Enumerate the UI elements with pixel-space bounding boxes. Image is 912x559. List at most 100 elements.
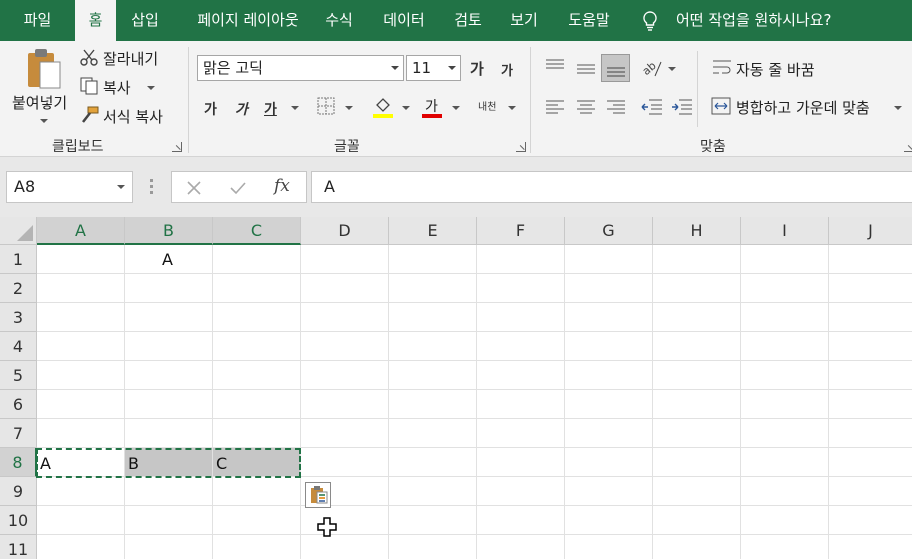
tab-insert[interactable]: 삽입 bbox=[120, 0, 170, 41]
lightbulb-icon bbox=[643, 11, 657, 31]
name-box[interactable]: A8 bbox=[6, 171, 133, 203]
clipboard-launcher-icon[interactable] bbox=[172, 142, 182, 152]
align-center-icon[interactable] bbox=[576, 100, 596, 114]
paste-options-button[interactable] bbox=[305, 482, 331, 508]
align-bottom-icon bbox=[607, 67, 625, 77]
borders-dropdown-icon[interactable] bbox=[345, 106, 353, 110]
phonetic-guide-button[interactable]: 내천 bbox=[478, 98, 496, 113]
wrap-text-icon bbox=[713, 60, 731, 74]
borders-icon[interactable] bbox=[317, 97, 335, 115]
font-group-label: 글꼴 bbox=[334, 139, 360, 155]
row-header-10[interactable]: 10 bbox=[0, 506, 37, 535]
worksheet-grid[interactable]: A B C D E F G H I J 1 2 3 4 5 6 7 8 9 10… bbox=[0, 217, 912, 559]
phonetic-dropdown-icon[interactable] bbox=[508, 106, 516, 110]
column-header-c[interactable]: C bbox=[213, 217, 301, 245]
copy-button[interactable]: 복사 bbox=[103, 77, 131, 98]
excel-window: 파일 홈 삽입 페이지 레이아웃 수식 데이터 검토 보기 도움말 어떤 작업을… bbox=[0, 0, 912, 559]
underline-dropdown-icon[interactable] bbox=[291, 106, 299, 110]
scissors-icon bbox=[80, 49, 98, 66]
underline-button[interactable]: 가 bbox=[264, 99, 277, 119]
ribbon-home: 붙여넣기 잘라내기 복사 서식 복사 클립보드 맑은 고딕 11 가 가 가 가… bbox=[0, 41, 912, 157]
copy-dropdown-icon[interactable] bbox=[147, 86, 155, 90]
orientation-icon[interactable]: ab bbox=[641, 58, 663, 78]
font-name-select[interactable]: 맑은 고딕 bbox=[197, 55, 404, 81]
row-header-5[interactable]: 5 bbox=[0, 361, 37, 390]
column-header-e[interactable]: E bbox=[389, 217, 477, 245]
align-left-icon[interactable] bbox=[545, 100, 565, 114]
column-header-j[interactable]: J bbox=[829, 217, 912, 245]
row-header-6[interactable]: 6 bbox=[0, 390, 37, 419]
column-header-g[interactable]: G bbox=[565, 217, 653, 245]
cell-cursor-icon bbox=[317, 517, 337, 537]
enter-icon[interactable] bbox=[229, 180, 247, 196]
cut-button[interactable]: 잘라내기 bbox=[103, 48, 158, 69]
fill-color-icon[interactable] bbox=[372, 96, 394, 118]
row-header-11[interactable]: 11 bbox=[0, 535, 37, 559]
cancel-icon[interactable] bbox=[186, 180, 202, 196]
grip-icon[interactable] bbox=[150, 179, 153, 195]
orientation-dropdown-icon[interactable] bbox=[668, 67, 676, 71]
clipboard-group-label: 클립보드 bbox=[52, 139, 104, 155]
align-bottom-button[interactable] bbox=[601, 54, 630, 82]
align-middle-icon[interactable] bbox=[576, 63, 596, 77]
font-launcher-icon[interactable] bbox=[516, 142, 526, 152]
row-header-7[interactable]: 7 bbox=[0, 419, 37, 448]
tab-data[interactable]: 데이터 bbox=[372, 0, 436, 41]
gridline bbox=[37, 302, 912, 303]
font-color-dropdown-icon[interactable] bbox=[452, 106, 460, 110]
column-header-i[interactable]: I bbox=[741, 217, 829, 245]
column-header-d[interactable]: D bbox=[301, 217, 389, 245]
decrease-indent-icon[interactable] bbox=[641, 98, 663, 116]
ribbon-divider bbox=[530, 47, 531, 153]
font-color-button[interactable]: 가 bbox=[425, 96, 438, 116]
merge-center-icon bbox=[711, 97, 731, 115]
tab-formulas[interactable]: 수식 bbox=[316, 0, 362, 41]
row-header-2[interactable]: 2 bbox=[0, 274, 37, 303]
gridline bbox=[212, 245, 213, 559]
formula-input[interactable]: A bbox=[311, 171, 912, 203]
tab-review[interactable]: 검토 bbox=[444, 0, 492, 41]
cell-b1[interactable]: A bbox=[162, 250, 173, 269]
fill-color-dropdown-icon[interactable] bbox=[402, 106, 410, 110]
decrease-font-size-button[interactable]: 가 bbox=[501, 60, 513, 79]
tab-view[interactable]: 보기 bbox=[500, 0, 548, 41]
gridline bbox=[37, 418, 912, 419]
gridline bbox=[388, 245, 389, 559]
column-header-a[interactable]: A bbox=[37, 217, 125, 245]
gridline bbox=[37, 534, 912, 535]
gridline bbox=[476, 245, 477, 559]
font-name-value: 맑은 고딕 bbox=[203, 59, 263, 77]
alignment-launcher-icon[interactable] bbox=[904, 142, 912, 152]
increase-indent-icon[interactable] bbox=[671, 98, 693, 116]
font-size-select[interactable]: 11 bbox=[406, 55, 461, 81]
merge-center-button[interactable]: 병합하고 가운데 맞춤 bbox=[736, 97, 870, 118]
wrap-text-button[interactable]: 자동 줄 바꿈 bbox=[736, 59, 815, 80]
row-header-3[interactable]: 3 bbox=[0, 303, 37, 332]
alignment-group-label: 맞춤 bbox=[700, 139, 726, 155]
row-header-8[interactable]: 8 bbox=[0, 448, 37, 477]
format-painter-button[interactable]: 서식 복사 bbox=[103, 106, 163, 127]
select-all-button[interactable] bbox=[0, 217, 37, 245]
row-header-9[interactable]: 9 bbox=[0, 477, 37, 506]
tab-home[interactable]: 홈 bbox=[75, 0, 116, 41]
align-top-icon[interactable] bbox=[545, 59, 565, 73]
column-header-b[interactable]: B bbox=[125, 217, 213, 245]
tab-page-layout[interactable]: 페이지 레이아웃 bbox=[178, 0, 318, 41]
column-header-h[interactable]: H bbox=[653, 217, 741, 245]
row-header-1[interactable]: 1 bbox=[0, 245, 37, 274]
column-header-f[interactable]: F bbox=[477, 217, 565, 245]
ribbon-tab-bar: 파일 홈 삽입 페이지 레이아웃 수식 데이터 검토 보기 도움말 어떤 작업을… bbox=[0, 0, 912, 41]
paste-dropdown-icon[interactable] bbox=[40, 119, 48, 123]
paste-icon[interactable] bbox=[26, 48, 62, 90]
tab-file[interactable]: 파일 bbox=[0, 0, 75, 41]
italic-button[interactable]: 가 bbox=[235, 99, 248, 119]
chevron-down-icon bbox=[448, 66, 456, 70]
align-right-icon[interactable] bbox=[606, 100, 626, 114]
increase-font-size-button[interactable]: 가 bbox=[470, 58, 484, 79]
merge-dropdown-icon[interactable] bbox=[894, 106, 902, 110]
row-header-4[interactable]: 4 bbox=[0, 332, 37, 361]
insert-function-button[interactable]: fx bbox=[274, 176, 290, 196]
paste-button[interactable]: 붙여넣기 bbox=[12, 92, 67, 113]
bold-button[interactable]: 가 bbox=[204, 99, 217, 119]
tab-help[interactable]: 도움말 bbox=[556, 0, 622, 41]
